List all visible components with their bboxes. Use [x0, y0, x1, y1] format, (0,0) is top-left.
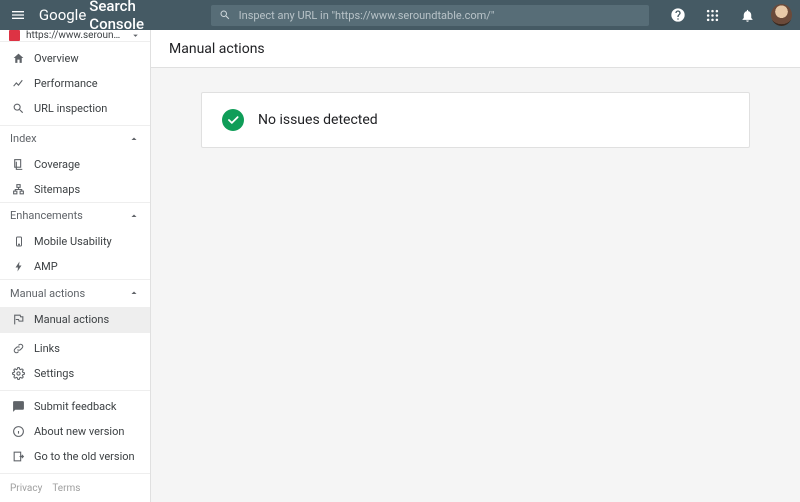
exit-icon: [12, 450, 25, 463]
sidebar-item-old-version[interactable]: Go to the old version: [0, 444, 150, 469]
pages-icon: [12, 158, 25, 171]
sidebar: https://www.seroundtable.co... Overview …: [0, 30, 151, 502]
topbar: Google Search Console Inspect any URL in…: [0, 0, 800, 30]
flag-icon: [12, 313, 25, 326]
apps-grid-icon: [705, 8, 720, 23]
sidebar-item-mobile-usability[interactable]: Mobile Usability: [0, 229, 150, 254]
hamburger-icon: [10, 7, 26, 23]
sidebar-item-settings[interactable]: Settings: [0, 361, 150, 386]
chart-icon: [12, 77, 25, 90]
property-label: https://www.seroundtable.co...: [26, 30, 124, 41]
feedback-icon: [12, 400, 25, 413]
section-heading-manual-actions[interactable]: Manual actions: [0, 280, 150, 307]
sidebar-item-links[interactable]: Links: [0, 336, 150, 361]
property-favicon-icon: [9, 30, 20, 41]
sidebar-item-coverage[interactable]: Coverage: [0, 152, 150, 177]
links-icon: [12, 342, 25, 355]
sidebar-item-submit-feedback[interactable]: Submit feedback: [0, 394, 150, 419]
sidebar-item-label: AMP: [34, 260, 58, 273]
sidebar-item-label: Mobile Usability: [34, 235, 112, 248]
sidebar-item-label: Links: [34, 342, 60, 355]
bell-icon: [740, 8, 755, 23]
property-selector[interactable]: https://www.seroundtable.co...: [0, 30, 150, 42]
status-text: No issues detected: [258, 112, 378, 128]
sidebar-item-amp[interactable]: AMP: [0, 254, 150, 279]
sidebar-item-label: Go to the old version: [34, 450, 135, 463]
sidebar-item-label: About new version: [34, 425, 124, 438]
sidebar-item-label: Overview: [34, 52, 79, 65]
sitemap-icon: [12, 183, 25, 196]
help-button[interactable]: [667, 3, 690, 27]
notifications-button[interactable]: [736, 3, 759, 27]
account-avatar[interactable]: [771, 4, 792, 26]
sidebar-item-label: Sitemaps: [34, 183, 80, 196]
sidebar-item-sitemaps[interactable]: Sitemaps: [0, 177, 150, 202]
sidebar-item-label: Manual actions: [34, 313, 109, 326]
chevron-up-icon: [128, 287, 140, 299]
sidebar-item-performance[interactable]: Performance: [0, 71, 150, 96]
logo-text-bold: Search Console: [89, 0, 186, 33]
page-title: Manual actions: [169, 41, 265, 57]
sidebar-item-label: Performance: [34, 77, 98, 90]
section-heading-label: Manual actions: [10, 287, 128, 300]
sidebar-item-label: URL inspection: [34, 102, 107, 115]
page-header: Manual actions: [151, 30, 800, 68]
sidebar-item-url-inspection[interactable]: URL inspection: [0, 96, 150, 121]
info-icon: [12, 425, 25, 438]
gear-icon: [12, 367, 25, 380]
content: No issues detected: [151, 68, 800, 502]
mobile-icon: [13, 235, 25, 248]
amp-icon: [13, 260, 25, 273]
main: Manual actions No issues detected: [151, 30, 800, 502]
check-circle-icon: [222, 109, 244, 131]
sidebar-item-label: Coverage: [34, 158, 80, 171]
section-heading-index[interactable]: Index: [0, 125, 150, 152]
search-placeholder: Inspect any URL in "https://www.seroundt…: [239, 9, 495, 22]
footer-links: Privacy Terms: [0, 473, 150, 502]
menu-button[interactable]: [8, 4, 29, 26]
search-wrap: Inspect any URL in "https://www.seroundt…: [211, 5, 649, 26]
section-heading-enhancements[interactable]: Enhancements: [0, 202, 150, 229]
search-icon: [219, 9, 231, 21]
status-card: No issues detected: [201, 92, 750, 148]
footer-privacy-link[interactable]: Privacy: [10, 483, 42, 494]
sidebar-item-manual-actions[interactable]: Manual actions: [0, 307, 150, 332]
logo-text-light: Google: [39, 6, 86, 24]
apps-button[interactable]: [701, 3, 724, 27]
section-heading-label: Enhancements: [10, 209, 128, 222]
logo: Google Search Console: [39, 0, 187, 33]
sidebar-item-overview[interactable]: Overview: [0, 46, 150, 71]
help-icon: [670, 7, 686, 23]
sidebar-item-label: Submit feedback: [34, 400, 116, 413]
footer-terms-link[interactable]: Terms: [52, 483, 80, 494]
chevron-up-icon: [128, 210, 140, 222]
section-heading-label: Index: [10, 132, 128, 145]
sidebar-item-about-new-version[interactable]: About new version: [0, 419, 150, 444]
sidebar-item-label: Settings: [34, 367, 74, 380]
chevron-down-icon: [130, 30, 141, 41]
home-icon: [12, 52, 25, 65]
chevron-up-icon: [128, 133, 140, 145]
search-icon: [12, 102, 25, 115]
search-input[interactable]: Inspect any URL in "https://www.seroundt…: [211, 5, 649, 26]
